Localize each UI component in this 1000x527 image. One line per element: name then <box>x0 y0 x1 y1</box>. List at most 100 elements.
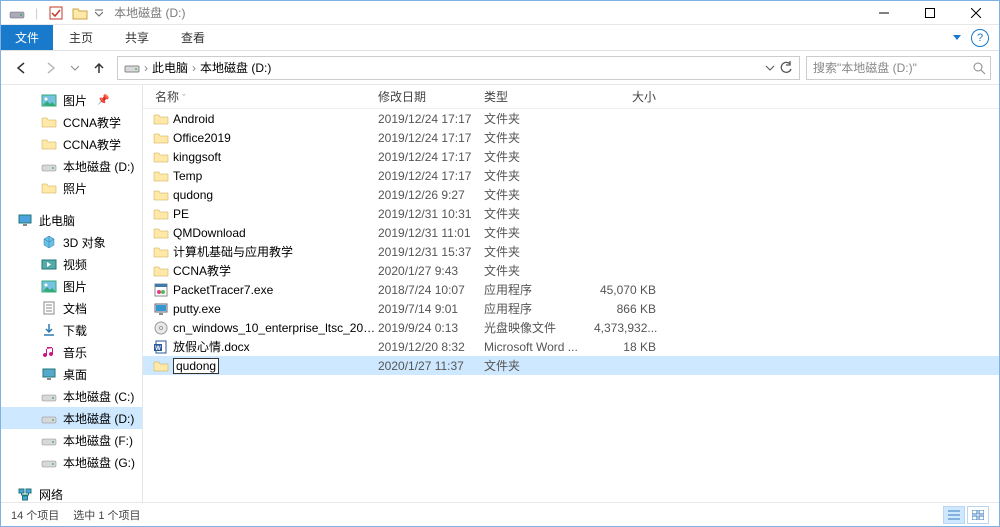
file-row[interactable]: 计算机基础与应用教学 2019/12/31 15:37 文件夹 <box>143 242 999 261</box>
folder-icon <box>41 136 57 152</box>
navitem-图片[interactable]: 图片📌 <box>1 89 142 111</box>
file-name: 放假心情.docx <box>173 338 250 355</box>
file-row[interactable]: Temp 2019/12/24 17:17 文件夹 <box>143 166 999 185</box>
file-date: 2019/9/24 0:13 <box>378 321 484 335</box>
file-rows: Android 2019/12/24 17:17 文件夹 Office2019 … <box>143 109 999 502</box>
minimize-button[interactable] <box>861 1 907 25</box>
file-row[interactable]: qudong 2020/1/27 11:37 文件夹 <box>143 356 999 375</box>
file-size: 4,373,932... <box>594 321 664 335</box>
docx-icon: W <box>153 339 169 355</box>
file-date: 2019/12/31 15:37 <box>378 245 484 259</box>
up-button[interactable] <box>87 56 111 80</box>
file-name: Office2019 <box>173 131 231 145</box>
search-icon[interactable] <box>972 61 986 75</box>
maximize-button[interactable] <box>907 1 953 25</box>
titlebar: | 本地磁盘 (D:) <box>1 1 999 25</box>
collapse-ribbon-icon[interactable] <box>953 35 961 40</box>
qat-properties-icon[interactable] <box>46 3 66 23</box>
back-button[interactable] <box>9 56 33 80</box>
navitem-network[interactable]: 网络 <box>1 483 142 502</box>
file-row[interactable]: cn_windows_10_enterprise_ltsc_2019_... 2… <box>143 318 999 337</box>
file-type: 文件夹 <box>484 110 594 127</box>
file-row[interactable]: PE 2019/12/31 10:31 文件夹 <box>143 204 999 223</box>
column-type[interactable]: 类型 <box>484 88 594 105</box>
column-date[interactable]: 修改日期 <box>378 88 484 105</box>
file-row[interactable]: CCNA教学 2020/1/27 9:43 文件夹 <box>143 261 999 280</box>
qat-folder-icon[interactable] <box>70 3 90 23</box>
file-date: 2020/1/27 11:37 <box>378 359 484 373</box>
drive-icon <box>124 62 140 74</box>
folder-icon <box>153 168 169 184</box>
file-type: 文件夹 <box>484 357 594 374</box>
navitem-本地磁盘 (C:)[interactable]: 本地磁盘 (C:) <box>1 385 142 407</box>
navigation-pane: 图片📌CCNA教学CCNA教学本地磁盘 (D:)照片此电脑3D 对象视频图片文档… <box>1 85 143 502</box>
navitem-本地磁盘 (G:)[interactable]: 本地磁盘 (G:) <box>1 451 142 473</box>
tab-share[interactable]: 共享 <box>109 25 165 50</box>
exe-icon <box>153 282 169 298</box>
column-name[interactable]: 名称 ˇ <box>143 88 378 105</box>
file-size: 45,070 KB <box>594 283 664 297</box>
navitem-视频[interactable]: 视频 <box>1 253 142 275</box>
address-dropdown-icon[interactable] <box>765 63 775 73</box>
file-date: 2019/12/24 17:17 <box>378 150 484 164</box>
view-large-button[interactable] <box>967 506 989 524</box>
search-input[interactable] <box>811 60 972 76</box>
file-row[interactable]: Android 2019/12/24 17:17 文件夹 <box>143 109 999 128</box>
file-row[interactable]: Office2019 2019/12/24 17:17 文件夹 <box>143 128 999 147</box>
column-headers: 名称 ˇ 修改日期 类型 大小 <box>143 85 999 109</box>
qat-dropdown-icon[interactable] <box>94 3 104 23</box>
close-button[interactable] <box>953 1 999 25</box>
folder-icon <box>153 206 169 222</box>
navitem-本地磁盘 (D:)[interactable]: 本地磁盘 (D:) <box>1 407 142 429</box>
refresh-icon[interactable] <box>779 61 793 75</box>
file-date: 2019/12/24 17:17 <box>378 131 484 145</box>
address-bar[interactable]: › 此电脑 › 本地磁盘 (D:) <box>117 56 800 80</box>
file-date: 2019/12/20 8:32 <box>378 340 484 354</box>
help-button[interactable]: ? <box>971 29 989 47</box>
file-size: 18 KB <box>594 340 664 354</box>
folder-icon <box>153 225 169 241</box>
navitem-音乐[interactable]: 音乐 <box>1 341 142 363</box>
tab-home[interactable]: 主页 <box>53 25 109 50</box>
navitem-本地磁盘 (D:)[interactable]: 本地磁盘 (D:) <box>1 155 142 177</box>
file-type: 文件夹 <box>484 262 594 279</box>
file-name: CCNA教学 <box>173 262 231 279</box>
file-row[interactable]: QMDownload 2019/12/31 11:01 文件夹 <box>143 223 999 242</box>
3d-icon <box>41 234 57 250</box>
navitem-下载[interactable]: 下载 <box>1 319 142 341</box>
qat-drive-icon[interactable] <box>7 3 27 23</box>
navitem-3D 对象[interactable]: 3D 对象 <box>1 231 142 253</box>
folder-icon <box>153 149 169 165</box>
file-tab[interactable]: 文件 <box>1 25 53 50</box>
navitem-图片[interactable]: 图片 <box>1 275 142 297</box>
navitem-桌面[interactable]: 桌面 <box>1 363 142 385</box>
recent-dropdown[interactable] <box>69 56 81 80</box>
column-size[interactable]: 大小 <box>594 88 664 105</box>
search-box[interactable] <box>806 56 991 80</box>
forward-button[interactable] <box>39 56 63 80</box>
navitem-thispc[interactable]: 此电脑 <box>1 209 142 231</box>
file-name: PE <box>173 207 189 221</box>
file-type: 光盘映像文件 <box>484 319 594 336</box>
navitem-本地磁盘 (F:)[interactable]: 本地磁盘 (F:) <box>1 429 142 451</box>
file-row[interactable]: PacketTracer7.exe 2018/7/24 10:07 应用程序 4… <box>143 280 999 299</box>
network-icon <box>17 486 33 502</box>
drive-icon <box>41 410 57 426</box>
navitem-CCNA教学[interactable]: CCNA教学 <box>1 133 142 155</box>
file-row[interactable]: kinggsoft 2019/12/24 17:17 文件夹 <box>143 147 999 166</box>
navitem-文档[interactable]: 文档 <box>1 297 142 319</box>
breadcrumb-pc[interactable]: 此电脑 <box>148 59 192 76</box>
downloads-icon <box>41 322 57 338</box>
navitem-CCNA教学[interactable]: CCNA教学 <box>1 111 142 133</box>
folder-icon <box>153 244 169 260</box>
docs-icon <box>41 300 57 316</box>
view-details-button[interactable] <box>943 506 965 524</box>
file-name: QMDownload <box>173 226 246 240</box>
breadcrumb-drive[interactable]: 本地磁盘 (D:) <box>196 59 275 76</box>
file-row[interactable]: W放假心情.docx 2019/12/20 8:32 Microsoft Wor… <box>143 337 999 356</box>
file-row[interactable]: qudong 2019/12/26 9:27 文件夹 <box>143 185 999 204</box>
tab-view[interactable]: 查看 <box>165 25 221 50</box>
navitem-照片[interactable]: 照片 <box>1 177 142 199</box>
file-row[interactable]: putty.exe 2019/7/14 9:01 应用程序 866 KB <box>143 299 999 318</box>
rename-input[interactable]: qudong <box>173 358 219 374</box>
